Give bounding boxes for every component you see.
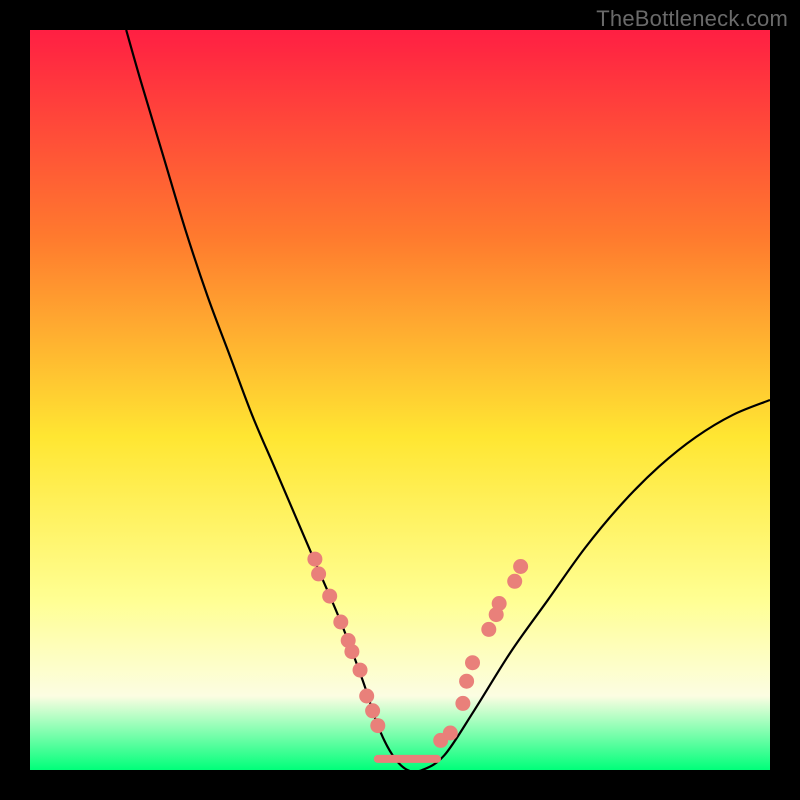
marker-dot-left [307,552,322,567]
marker-dot-right [459,674,474,689]
marker-dot-left [370,718,385,733]
marker-dot-right [507,574,522,589]
marker-dot-left [333,615,348,630]
marker-dot-left [311,566,326,581]
marker-dot-right [443,726,458,741]
marker-dot-right [492,596,507,611]
watermark-text: TheBottleneck.com [596,6,788,32]
marker-dot-right [481,622,496,637]
marker-dot-left [322,589,337,604]
marker-dot-right [513,559,528,574]
marker-dot-left [353,663,368,678]
plot-area [30,30,770,770]
marker-dot-right [455,696,470,711]
marker-dot-left [365,703,380,718]
chart-frame: TheBottleneck.com [0,0,800,800]
marker-dot-left [344,644,359,659]
marker-dot-right [465,655,480,670]
bottleneck-chart [30,30,770,770]
marker-dot-left [359,689,374,704]
gradient-background [30,30,770,770]
